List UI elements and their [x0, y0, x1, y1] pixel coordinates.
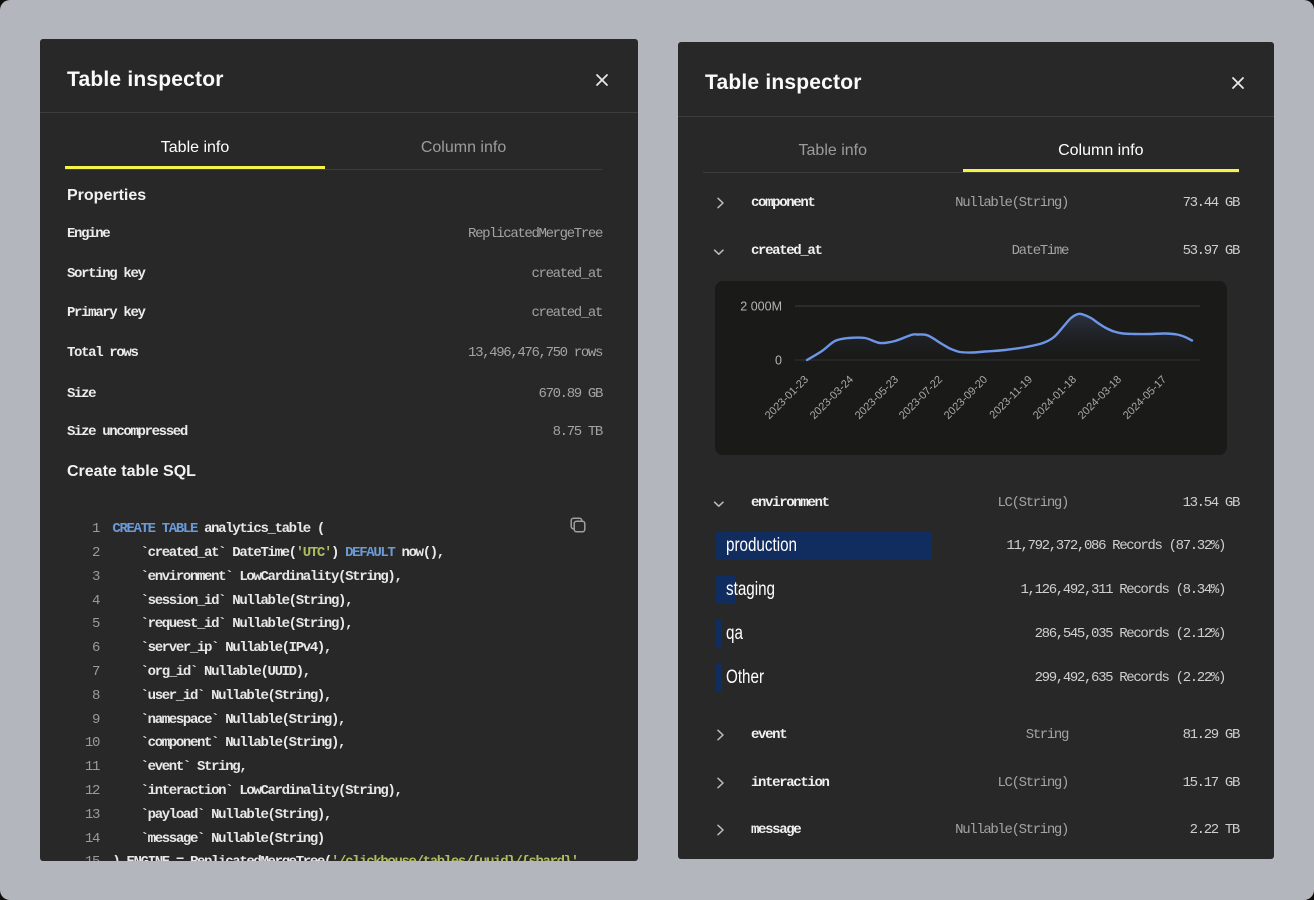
- svg-text:0: 0: [775, 354, 782, 368]
- svg-text:2 000M: 2 000M: [740, 300, 782, 314]
